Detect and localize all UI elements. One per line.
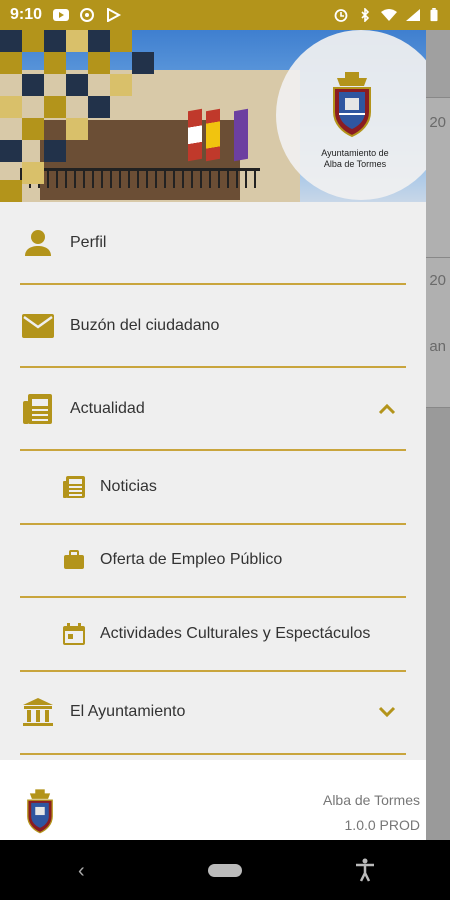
status-time: 9:10	[10, 6, 43, 23]
drawer-header: Ayuntamiento de Alba de Tormes	[0, 30, 426, 202]
bluetooth-icon	[361, 8, 370, 22]
submenu-item-empleo[interactable]: Oferta de Empleo Público	[20, 525, 406, 598]
briefcase-icon	[62, 550, 86, 570]
newspaper-icon	[20, 393, 56, 425]
back-icon[interactable]: ‹	[78, 860, 85, 883]
chevron-up-icon[interactable]	[378, 403, 396, 415]
footer-version: 1.0.0 PROD	[344, 817, 420, 833]
crest-icon	[333, 72, 371, 138]
crest-icon	[27, 789, 53, 834]
menu-item-label: Actualidad	[70, 399, 145, 417]
institution-icon	[20, 697, 56, 727]
menu-item-actualidad[interactable]: Actualidad	[20, 368, 406, 451]
submenu-item-label: Actividades Culturales y Espectáculos	[100, 624, 371, 642]
crest-caption: Ayuntamiento de Alba de Tormes	[300, 148, 410, 170]
crest-caption-line2: Alba de Tormes	[323, 159, 387, 169]
flag-icon	[234, 108, 248, 162]
background-card: 20	[422, 98, 450, 258]
system-nav-bar: ‹	[0, 840, 450, 900]
menu-item-ayuntamiento[interactable]: El Ayuntamiento	[20, 672, 406, 755]
menu-item-label: Buzón del ciudadano	[70, 316, 220, 334]
drawer-footer: Alba de Tormes 1.0.0 PROD	[0, 760, 426, 840]
person-icon	[20, 228, 56, 258]
chevron-down-icon[interactable]	[378, 706, 396, 718]
flag-icon	[206, 108, 220, 162]
alarm-icon	[334, 9, 348, 22]
menu-item-label: Perfil	[70, 233, 107, 251]
submenu-item-label: Noticias	[100, 477, 157, 495]
drawer-menu: Perfil Buzón del ciudadano Actualidad No…	[0, 202, 426, 755]
calendar-icon	[62, 622, 86, 646]
battery-icon	[430, 8, 438, 22]
header-checker-pattern	[0, 30, 160, 202]
submenu-item-label: Oferta de Empleo Público	[100, 551, 283, 569]
submenu-item-actividades[interactable]: Actividades Culturales y Espectáculos	[20, 598, 406, 672]
navigation-drawer: Ayuntamiento de Alba de Tormes Perfil Bu…	[0, 30, 426, 840]
background-toolbar	[422, 30, 450, 98]
home-button[interactable]	[208, 864, 242, 877]
menu-item-perfil[interactable]: Perfil	[20, 202, 406, 285]
status-bar: 9:10	[0, 0, 450, 30]
mail-icon	[20, 313, 56, 339]
submenu-item-noticias[interactable]: Noticias	[20, 451, 406, 525]
background-card-date: 20	[429, 114, 446, 131]
accessibility-icon[interactable]	[354, 858, 376, 882]
signal-icon	[406, 9, 420, 21]
flag-icon	[188, 108, 202, 162]
newspaper-icon	[62, 475, 86, 499]
play-store-icon	[107, 8, 122, 22]
menu-item-buzon[interactable]: Buzón del ciudadano	[20, 285, 406, 368]
background-card-date: 20	[429, 272, 446, 289]
footer-app-name: Alba de Tormes	[322, 792, 420, 808]
menu-item-label: El Ayuntamiento	[70, 703, 186, 720]
wifi-icon	[381, 9, 397, 21]
youtube-icon	[53, 9, 70, 21]
crest-caption-line1: Ayuntamiento de	[321, 148, 389, 158]
background-card-text: an	[429, 338, 446, 355]
at-icon	[80, 8, 95, 22]
background-card: 20 an	[422, 258, 450, 408]
